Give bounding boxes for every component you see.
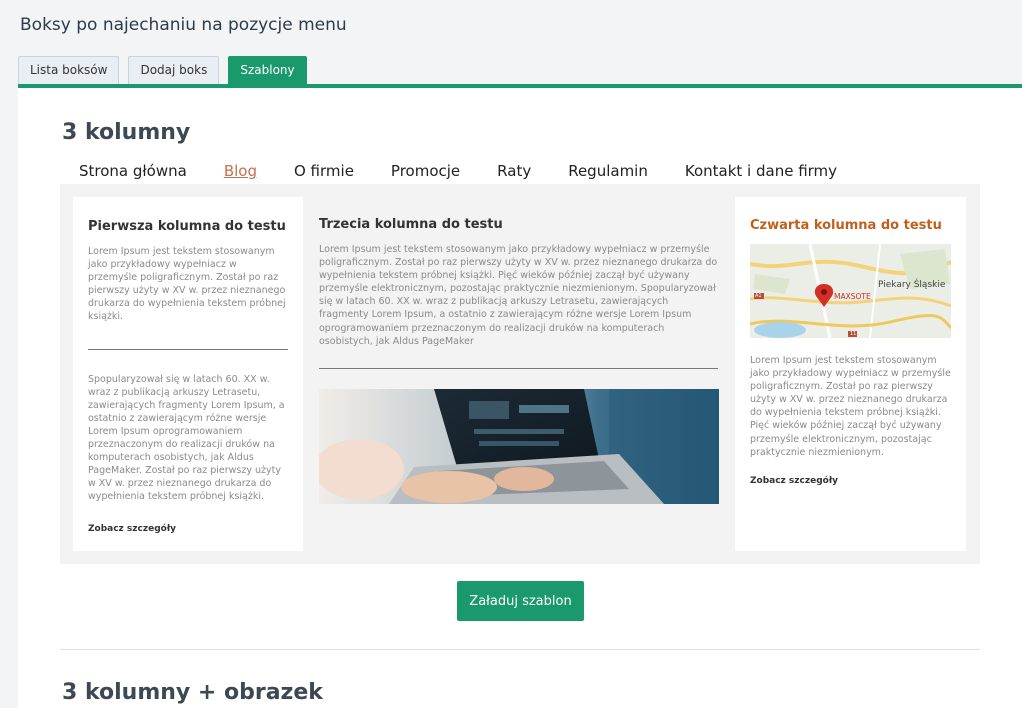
menu-item-promotions[interactable]: Promocje	[391, 162, 460, 180]
section-divider	[60, 649, 980, 650]
tab-box-list[interactable]: Lista boksów	[18, 56, 120, 84]
page-title: Boksy po najechaniu na pozycje menu	[20, 15, 347, 35]
column-third: Trzecia kolumna do testu Lorem Ipsum jes…	[305, 197, 732, 533]
load-template-button[interactable]: Załaduj szablon	[457, 581, 584, 621]
column-text: Spopularyzował się w latach 60. XX w. wr…	[88, 373, 285, 503]
menu-item-installments[interactable]: Raty	[497, 162, 531, 180]
tab-bar: Lista boksów Dodaj boks Szablony	[18, 56, 316, 84]
column-title: Pierwsza kolumna do testu	[88, 219, 286, 234]
menu-item-contact[interactable]: Kontakt i dane firmy	[685, 162, 837, 180]
map-marker-label: MAXSOTE	[834, 292, 871, 301]
menu-item-blog[interactable]: Blog	[224, 162, 257, 180]
menu-item-terms[interactable]: Regulamin	[568, 162, 648, 180]
preview-menu: Strona główna Blog O firmie Promocje Rat…	[79, 162, 874, 180]
menu-item-home[interactable]: Strona główna	[79, 162, 187, 180]
see-details-link[interactable]: Zobacz szczegóły	[88, 524, 288, 534]
map-image: A1 11 MAXSOTE Piekary Śląskie	[750, 244, 951, 338]
column-text: Lorem Ipsum jest tekstem stosowanym jako…	[750, 355, 951, 458]
column-text: Lorem Ipsum jest tekstem stosowanym jako…	[88, 246, 286, 323]
map-road-label: 11	[850, 331, 857, 337]
map-road-label: A1	[755, 293, 762, 299]
tab-templates[interactable]: Szablony	[228, 56, 307, 84]
see-details-link[interactable]: Zobacz szczegóły	[750, 476, 951, 486]
laptop-image	[319, 388, 719, 504]
column-title: Trzecia kolumna do testu	[319, 217, 503, 232]
map-city-label: Piekary Śląskie	[878, 280, 946, 290]
menu-item-about[interactable]: O firmie	[294, 162, 354, 180]
divider	[88, 348, 288, 350]
tab-add-box[interactable]: Dodaj boks	[128, 56, 220, 84]
column-first: Pierwsza kolumna do testu Lorem Ipsum je…	[73, 197, 303, 551]
column-title: Czwarta kolumna do testu	[750, 218, 942, 233]
section-heading-3-columns: 3 kolumny	[62, 120, 191, 145]
section-heading-3-columns-image: 3 kolumny + obrazek	[62, 680, 323, 705]
column-text: Lorem Ipsum jest tekstem stosowanym jako…	[319, 244, 718, 347]
divider	[319, 367, 718, 369]
column-fourth: Czwarta kolumna do testu A1 11 MAXSOTE P…	[735, 197, 966, 551]
